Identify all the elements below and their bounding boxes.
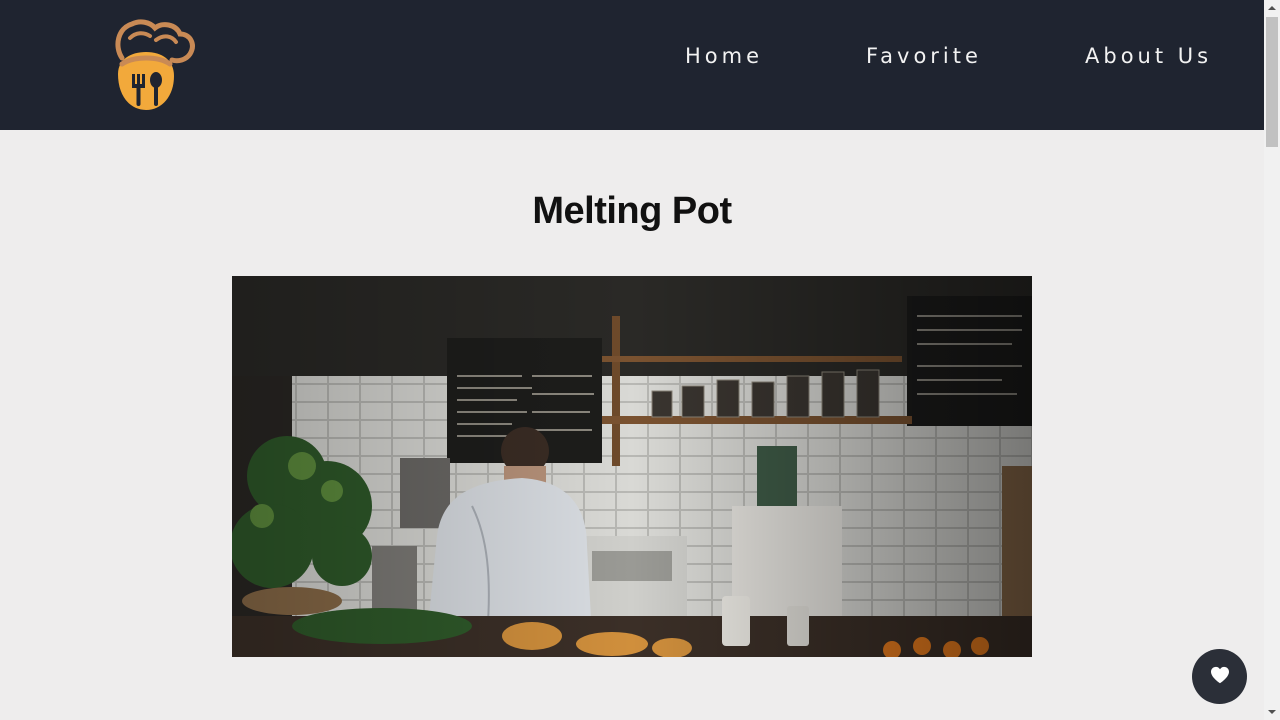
page-scrollbar[interactable] — [1264, 0, 1280, 720]
heart-icon — [1210, 666, 1230, 688]
nav-about-us-link[interactable]: About Us — [1085, 42, 1212, 70]
navbar: Home Favorite About Us — [0, 0, 1264, 130]
chef-logo-icon[interactable] — [110, 16, 196, 114]
hero-cafe-image — [232, 276, 1032, 657]
nav-favorite-link[interactable]: Favorite — [866, 42, 982, 70]
scroll-down-arrow-icon[interactable] — [1264, 704, 1280, 720]
page-title: Melting Pot — [532, 190, 732, 232]
nav-home-link[interactable]: Home — [685, 42, 763, 70]
scroll-up-arrow-icon[interactable] — [1264, 0, 1280, 16]
favorite-fab-button[interactable] — [1192, 649, 1247, 704]
scroll-thumb[interactable] — [1266, 17, 1278, 147]
